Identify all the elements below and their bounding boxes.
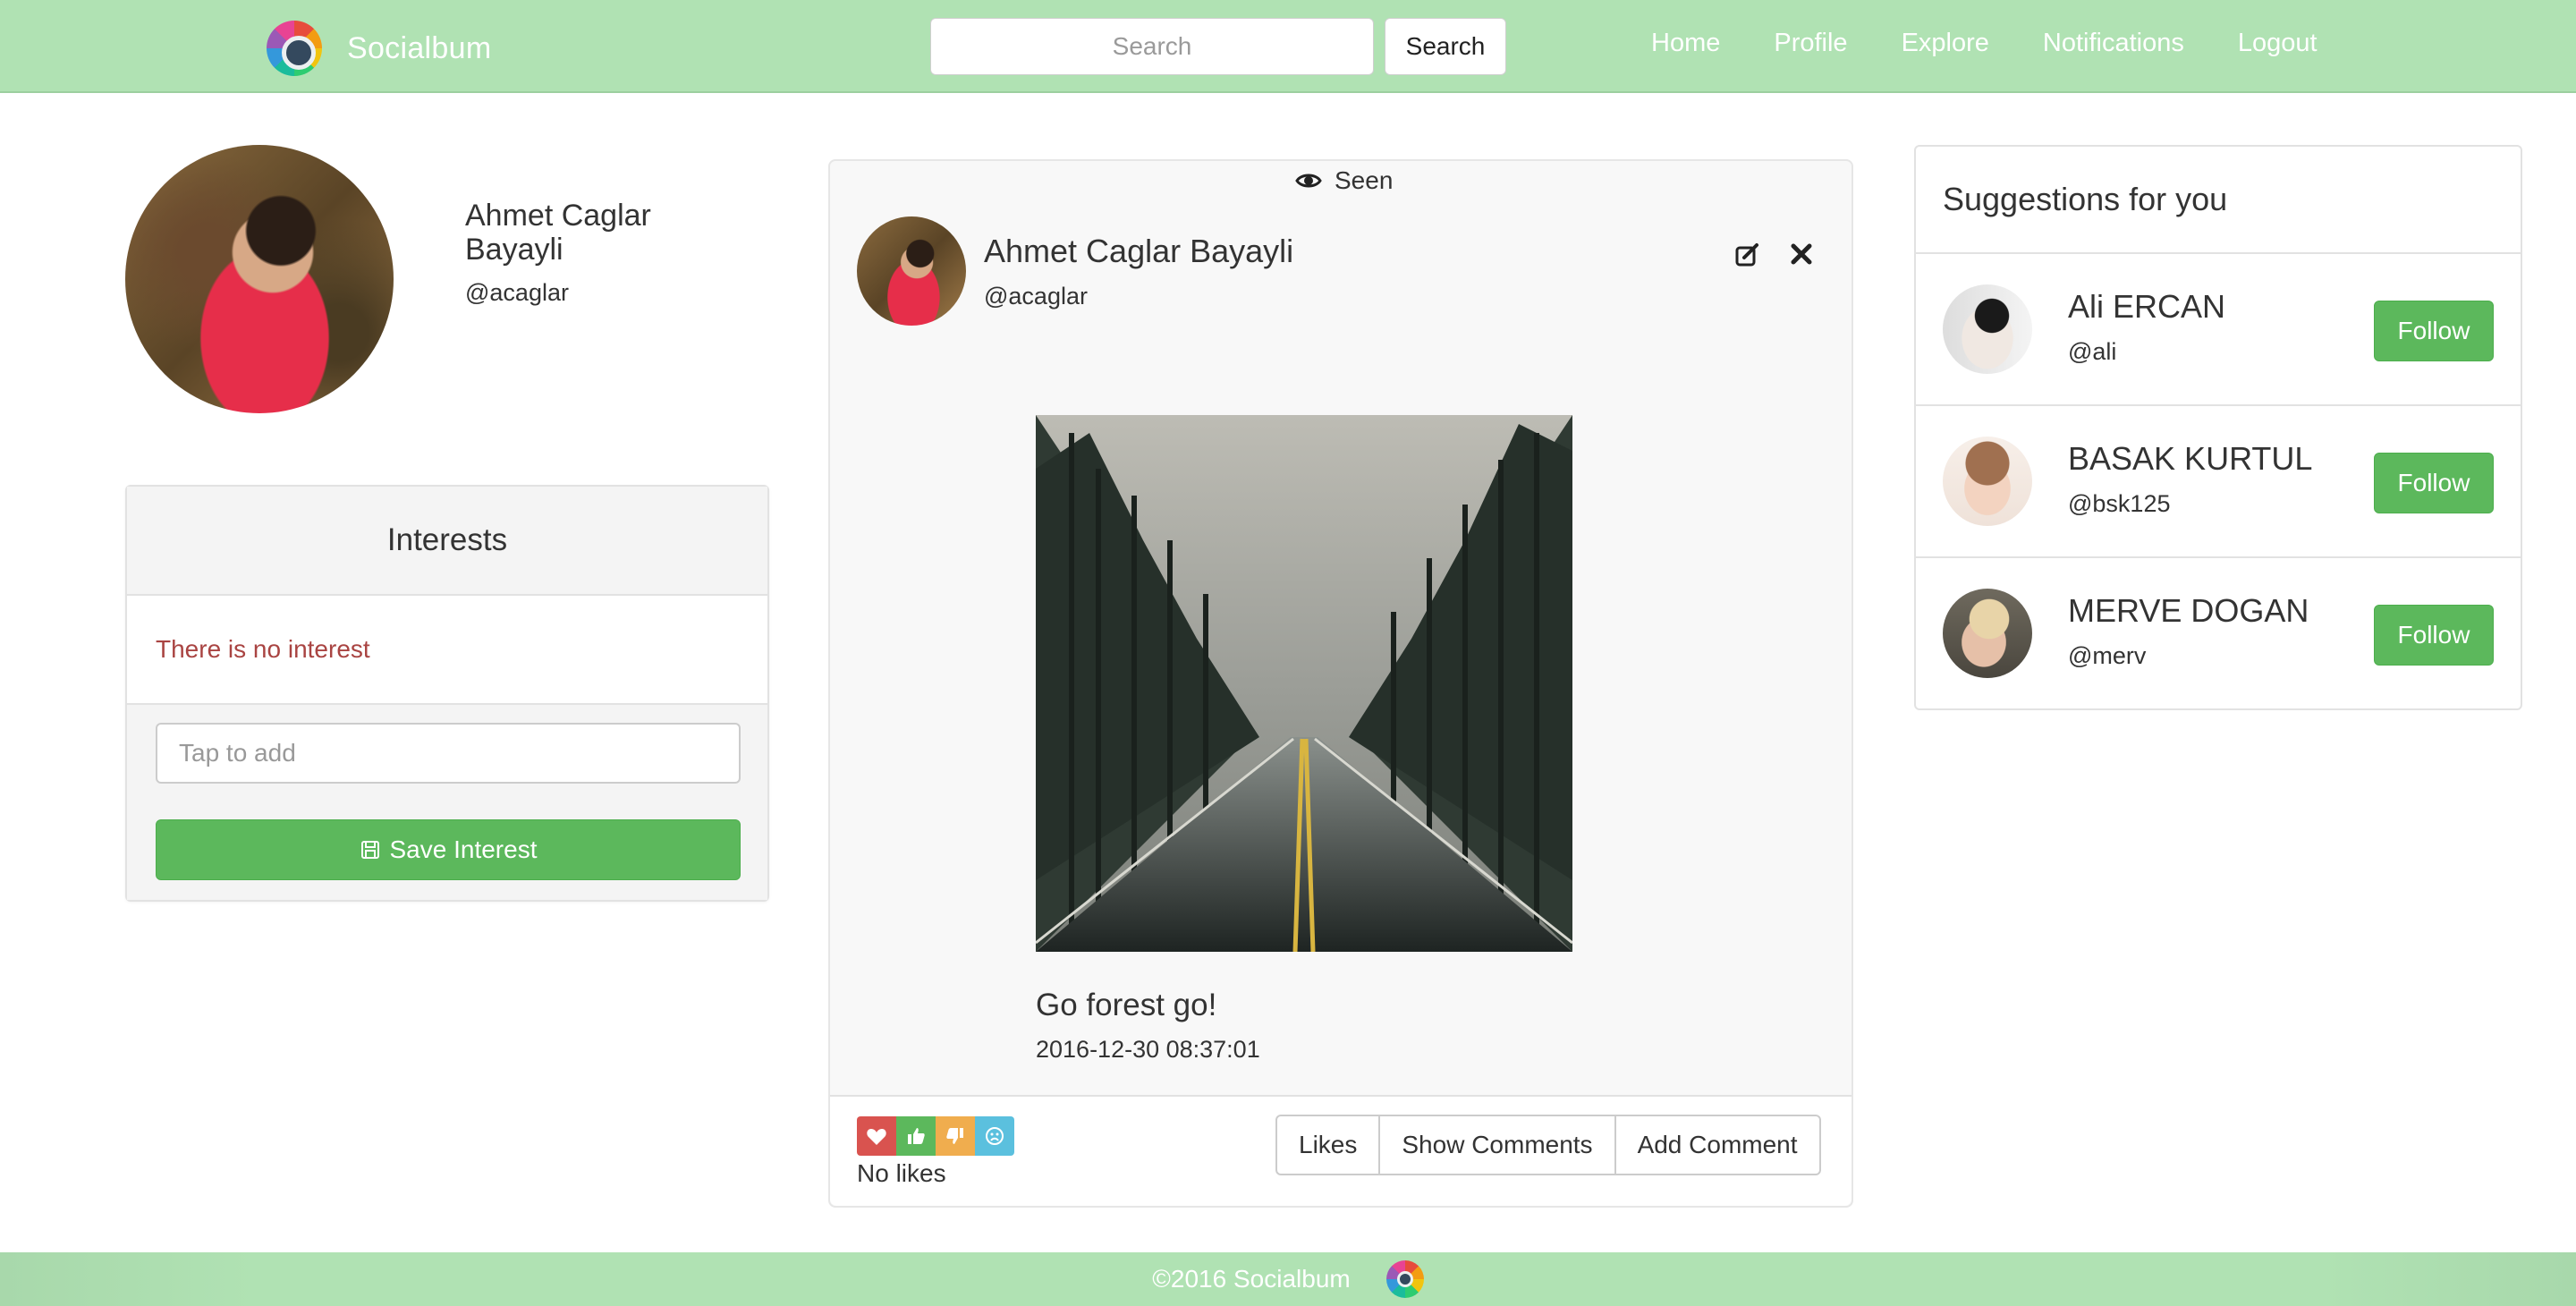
nav-explore-link[interactable]: Explore (1902, 29, 1989, 58)
post-author-name[interactable]: Ahmet Caglar Bayayli (984, 233, 1293, 270)
profile-name: Ahmet Caglar Bayayli (465, 199, 651, 267)
search-form: Search (930, 18, 1506, 75)
nav-notifications-link[interactable]: Notifications (2043, 29, 2184, 58)
suggestions-panel: Suggestions for you Ali ERCAN @ali Follo… (1914, 145, 2522, 710)
edit-post-icon[interactable] (1733, 242, 1760, 273)
post-image[interactable] (1036, 415, 1572, 952)
show-comments-button[interactable]: Show Comments (1378, 1115, 1616, 1175)
interests-panel: Interests There is no interest Save Inte… (125, 485, 769, 902)
nav-logout-link[interactable]: Logout (2238, 29, 2318, 58)
post-footer: No likes Likes Show Comments Add Comment (830, 1095, 1852, 1206)
likes-summary: No likes (857, 1159, 946, 1187)
profile-avatar[interactable] (125, 145, 394, 413)
post-author-handle: @acaglar (984, 283, 1088, 310)
sad-face-icon (986, 1127, 1004, 1145)
post-card: Seen Ahmet Caglar Bayayli @acaglar Go fo… (828, 159, 1853, 1208)
thumbs-down-icon (946, 1128, 963, 1144)
post-author-avatar[interactable] (857, 216, 966, 326)
sad-reaction-button[interactable] (975, 1116, 1014, 1156)
no-interest-message: There is no interest (156, 635, 370, 663)
footer-logo-icon (1385, 1260, 1424, 1298)
search-input[interactable] (930, 18, 1374, 75)
site-footer: ©2016 Socialbum (0, 1252, 2576, 1306)
thumbs-up-icon (908, 1128, 925, 1144)
suggestion-item: Ali ERCAN @ali Follow (1916, 254, 2521, 406)
suggestion-name[interactable]: BASAK KURTUL (2068, 440, 2312, 478)
brand-name: Socialbum (347, 30, 492, 65)
follow-button[interactable]: Follow (2374, 453, 2494, 513)
like-reaction-button[interactable] (896, 1116, 936, 1156)
interests-title: Interests (127, 487, 767, 596)
likes-button[interactable]: Likes (1275, 1115, 1381, 1175)
copyright-text: ©2016 Socialbum (1152, 1265, 1351, 1293)
post-date: 2016-12-30 08:37:01 (1036, 1036, 1260, 1063)
post-title: Go forest go! (1036, 988, 1217, 1022)
search-button[interactable]: Search (1385, 18, 1506, 75)
love-reaction-button[interactable] (857, 1116, 896, 1156)
suggestion-item: BASAK KURTUL @bsk125 Follow (1916, 406, 2521, 558)
suggestions-title: Suggestions for you (1916, 147, 2521, 254)
suggestion-handle: @bsk125 (2068, 490, 2171, 517)
follow-button[interactable]: Follow (2374, 301, 2494, 361)
floppy-disk-icon (360, 841, 379, 859)
follow-button[interactable]: Follow (2374, 605, 2494, 666)
suggestion-handle: @ali (2068, 338, 2117, 365)
suggestion-avatar[interactable] (1943, 284, 2032, 374)
nav-home-link[interactable]: Home (1651, 29, 1720, 58)
save-interest-label: Save Interest (389, 835, 538, 863)
add-comment-button[interactable]: Add Comment (1614, 1115, 1821, 1175)
suggestion-avatar[interactable] (1943, 437, 2032, 526)
delete-post-icon[interactable] (1789, 242, 1814, 271)
suggestion-item: MERVE DOGAN @merv Follow (1916, 558, 2521, 710)
post-actions: Likes Show Comments Add Comment (1275, 1115, 1821, 1175)
interest-input[interactable] (156, 723, 741, 784)
suggestion-name[interactable]: Ali ERCAN (2068, 288, 2225, 326)
nav-links: Home Profile Explore Notifications Logou… (1651, 29, 2371, 58)
interests-body: There is no interest (127, 596, 767, 705)
nav-profile-link[interactable]: Profile (1774, 29, 1847, 58)
save-interest-button[interactable]: Save Interest (156, 819, 741, 880)
heart-icon (867, 1129, 886, 1145)
brand[interactable]: Socialbum (267, 21, 492, 76)
profile-handle: @acaglar (465, 279, 569, 306)
suggestion-name[interactable]: MERVE DOGAN (2068, 592, 2309, 630)
dislike-reaction-button[interactable] (936, 1116, 975, 1156)
eye-icon (1295, 174, 1322, 188)
interests-form: Save Interest (127, 705, 767, 900)
suggestion-avatar[interactable] (1943, 589, 2032, 678)
brand-logo-icon (267, 21, 322, 76)
reactions-group (857, 1116, 1014, 1156)
seen-label: Seen (1335, 166, 1394, 194)
suggestion-handle: @merv (2068, 642, 2147, 669)
top-navbar: Socialbum Search Home Profile Explore No… (0, 0, 2576, 93)
seen-indicator: Seen (1295, 166, 1393, 195)
